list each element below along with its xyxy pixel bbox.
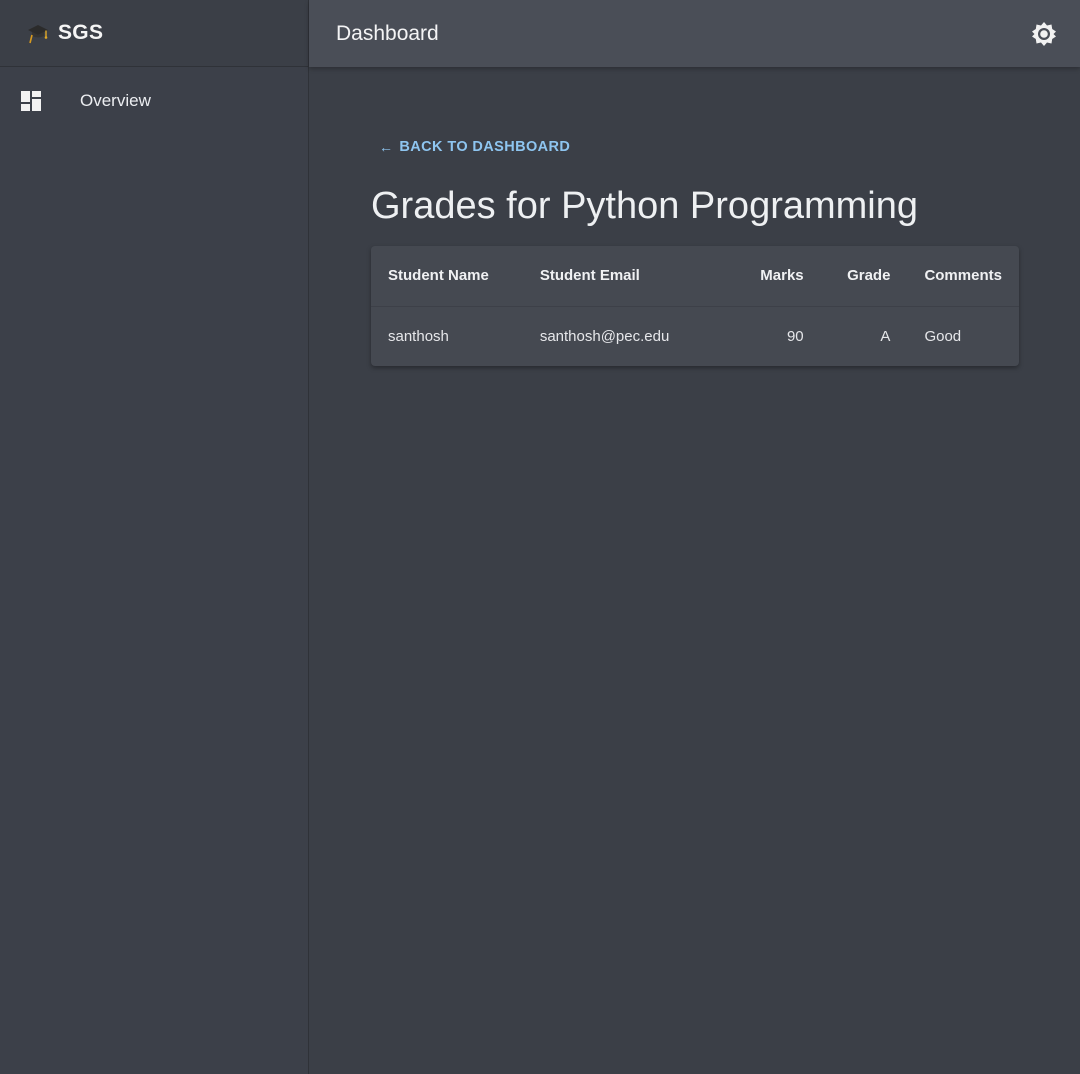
- theme-toggle-button[interactable]: [1030, 20, 1058, 48]
- arrow-left-icon: ←: [379, 139, 394, 155]
- page-header-title: Dashboard: [336, 21, 439, 45]
- page-title: Grades for Python Programming: [371, 185, 919, 227]
- cell-student-name: santhosh: [388, 327, 449, 345]
- column-header-marks: Marks: [716, 246, 821, 307]
- back-to-dashboard-link[interactable]: ← BACK TO DASHBOARD: [379, 139, 570, 155]
- cell-student-email: santhosh@pec.edu: [539, 327, 670, 345]
- sidebar: SGS Overview: [0, 0, 309, 1074]
- app-bar: Dashboard: [309, 0, 1080, 67]
- main-content: ← BACK TO DASHBOARD Grades for Python Pr…: [309, 67, 1080, 1074]
- grades-table-card: Student Name Student Email Marks Grade C…: [371, 246, 1019, 366]
- cell-grade: A: [880, 327, 891, 345]
- sidebar-item-overview[interactable]: Overview: [0, 67, 308, 135]
- graduation-cap-icon: [26, 21, 50, 45]
- brand[interactable]: SGS: [0, 0, 308, 67]
- brand-title: SGS: [58, 21, 104, 44]
- column-header-student-email: Student Email: [522, 246, 717, 307]
- column-header-comments: Comments: [907, 246, 1019, 307]
- dashboard-icon: [20, 90, 42, 112]
- grades-table: Student Name Student Email Marks Grade C…: [371, 246, 1019, 366]
- column-header-student-name: Student Name: [371, 246, 523, 307]
- cell-marks: 90: [786, 327, 804, 345]
- brightness-icon: [1032, 22, 1056, 46]
- table-row: santhosh santhosh@pec.edu 90 A Good: [371, 306, 1019, 366]
- table-header-row: Student Name Student Email Marks Grade C…: [371, 246, 1019, 307]
- sidebar-item-label: Overview: [80, 91, 151, 110]
- column-header-grade: Grade: [820, 246, 908, 307]
- back-link-label: BACK TO DASHBOARD: [399, 139, 571, 155]
- cell-comments: Good: [924, 327, 962, 345]
